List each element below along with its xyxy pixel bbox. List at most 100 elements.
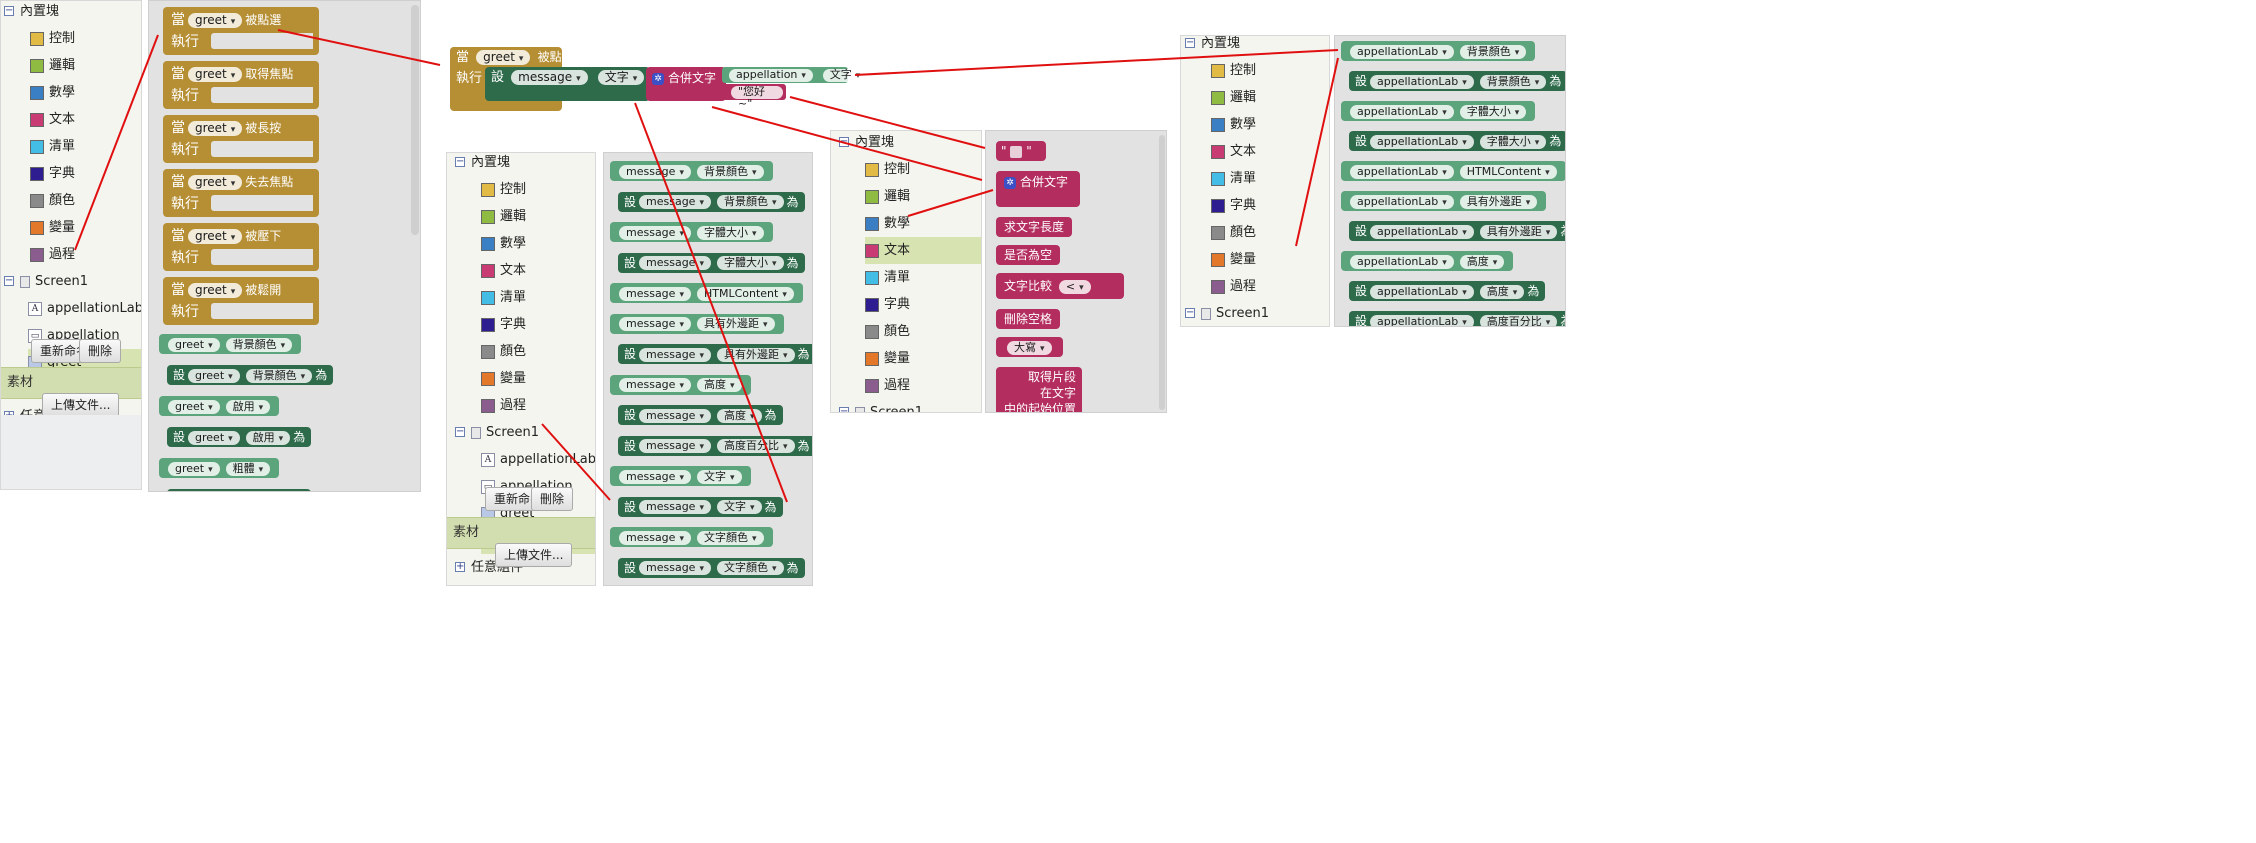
- tree-screen-row[interactable]: − Screen1: [839, 399, 981, 412]
- component-dropdown[interactable]: message ▾: [639, 561, 711, 575]
- tree-category-1[interactable]: 控制: [865, 156, 981, 183]
- tree-category-7[interactable]: 顏色: [1211, 219, 1329, 246]
- appellation-text-getter[interactable]: appellation ▾ 文字 ▾: [722, 67, 868, 83]
- tree-screen-row[interactable]: − Screen1: [455, 419, 595, 446]
- tree-category-6[interactable]: 字典: [865, 291, 981, 318]
- message-setter-4[interactable]: 設 message ▾ 字體大小 ▾ 為: [618, 252, 805, 273]
- property-dropdown[interactable]: 背景顏色 ▾: [1459, 44, 1527, 59]
- collapse-icon[interactable]: −: [839, 137, 849, 147]
- message-setter-10[interactable]: 設 message ▾ 高度百分比 ▾ 為: [618, 435, 812, 456]
- greet-event-block-4[interactable]: 當 greet ▾ 失去焦點 執行: [163, 169, 319, 217]
- component-dropdown[interactable]: message ▾: [619, 530, 691, 545]
- tree-category-3[interactable]: 數學: [481, 230, 595, 257]
- component-dropdown[interactable]: appellationLab ▾: [1370, 284, 1474, 299]
- lab-setter-4[interactable]: 設 appellationLab ▾ 字體大小 ▾ 為: [1349, 131, 1565, 151]
- property-dropdown[interactable]: 文字顏色 ▾: [716, 561, 784, 575]
- component-dropdown[interactable]: appellationLab ▾: [1370, 224, 1474, 239]
- collapse-icon[interactable]: −: [4, 6, 14, 16]
- greet-setter-2[interactable]: 設 greet ▾ 背景顏色 ▾ 為: [167, 365, 334, 385]
- tree-category-2[interactable]: 邏輯: [865, 183, 981, 210]
- tree-category-9[interactable]: 過程: [865, 372, 981, 399]
- tree-category-9[interactable]: 過程: [481, 392, 595, 419]
- component-dropdown[interactable]: message ▾: [639, 347, 711, 362]
- property-dropdown[interactable]: 文字 ▾: [716, 500, 762, 514]
- property-dropdown[interactable]: 具有外邊距 ▾: [716, 347, 795, 362]
- property-dropdown[interactable]: HTMLContent ▾: [1459, 164, 1557, 179]
- component-dropdown[interactable]: message ▾: [639, 408, 711, 423]
- component-dropdown[interactable]: appellationLab ▾: [1350, 254, 1454, 269]
- lab-getter-6[interactable]: appellationLab ▾ 具有外邊距 ▾: [1341, 191, 1547, 211]
- tree-category-8[interactable]: 變量: [865, 345, 981, 372]
- component-dropdown[interactable]: greet ▾: [188, 174, 243, 190]
- tree-category-7[interactable]: 顏色: [865, 318, 981, 345]
- tree-category-8[interactable]: 變量: [30, 214, 141, 241]
- component-dropdown[interactable]: message ▾: [619, 164, 691, 179]
- property-dropdown[interactable]: 具有外邊距 ▾: [1479, 224, 1558, 239]
- text-literal-slot[interactable]: [1010, 145, 1023, 158]
- message-getter-11[interactable]: message ▾ 文字 ▾: [610, 466, 751, 486]
- property-dropdown[interactable]: 高度 ▾: [1479, 284, 1525, 299]
- collapse-icon[interactable]: −: [455, 157, 465, 167]
- target-prop-dropdown[interactable]: 文字 ▾: [597, 70, 645, 85]
- collapse-icon[interactable]: −: [4, 276, 14, 286]
- greeting-literal-block[interactable]: "您好~": [722, 84, 786, 109]
- tree-builtin-row[interactable]: − 內置塊: [839, 131, 981, 156]
- collapse-icon[interactable]: −: [1185, 308, 1195, 318]
- component-dropdown[interactable]: appellationLab ▾: [1350, 164, 1454, 179]
- property-dropdown[interactable]: 字體大小 ▾: [1479, 134, 1547, 149]
- text-literal-block[interactable]: " ": [996, 141, 1046, 161]
- property-dropdown[interactable]: 高度百分比 ▾: [1479, 314, 1558, 326]
- component-dropdown[interactable]: greet ▾: [188, 430, 240, 445]
- property-dropdown[interactable]: 啟用 ▾: [245, 430, 291, 445]
- property-dropdown[interactable]: 高度百分比 ▾: [716, 439, 795, 453]
- component-dropdown[interactable]: message ▾: [639, 500, 711, 514]
- lab-setter-2[interactable]: 設 appellationLab ▾ 背景顏色 ▾ 為: [1349, 71, 1565, 91]
- gear-icon[interactable]: ✲: [1004, 176, 1016, 189]
- collapse-icon[interactable]: −: [839, 407, 849, 412]
- property-dropdown[interactable]: 文字 ▾: [696, 469, 742, 484]
- message-getter-3[interactable]: message ▾ 字體大小 ▾: [610, 222, 773, 242]
- tree-builtin-row[interactable]: − 內置塊: [4, 1, 141, 25]
- property-dropdown[interactable]: 具有外邊距 ▾: [1459, 194, 1538, 209]
- property-dropdown[interactable]: 字體大小 ▾: [696, 225, 764, 240]
- trim-block[interactable]: 刪除空格: [996, 309, 1061, 329]
- property-dropdown[interactable]: 背景顏色 ▾: [716, 195, 784, 209]
- tree-category-1[interactable]: 控制: [30, 25, 141, 52]
- tree-category-3[interactable]: 數學: [865, 210, 981, 237]
- component-dropdown[interactable]: appellationLab ▾: [1350, 194, 1454, 209]
- message-setter-14[interactable]: 設 message ▾ 文字顏色 ▾ 為: [618, 557, 805, 578]
- case-dropdown[interactable]: 大寫 ▾: [1007, 340, 1052, 355]
- greet-event-block-3[interactable]: 當 greet ▾ 被長按 執行: [163, 115, 319, 163]
- component-dropdown[interactable]: message ▾: [619, 225, 691, 240]
- upload-button[interactable]: 上傳文件...: [495, 543, 573, 567]
- component-dropdown[interactable]: greet ▾: [188, 368, 240, 383]
- tree-category-8[interactable]: 變量: [1211, 246, 1329, 273]
- tree-screen-row[interactable]: − Screen1: [4, 268, 141, 295]
- component-dropdown[interactable]: message ▾: [619, 378, 691, 392]
- component-dropdown[interactable]: message ▾: [639, 439, 711, 453]
- greet-event-block-2[interactable]: 當 greet ▾ 取得焦點 執行: [163, 61, 319, 109]
- greet-setter-4[interactable]: 設 greet ▾ 啟用 ▾ 為: [167, 427, 312, 447]
- tree-category-5[interactable]: 清單: [1211, 165, 1329, 192]
- lab-getter-3[interactable]: appellationLab ▾ 字體大小 ▾: [1341, 101, 1536, 121]
- main-component-dropdown[interactable]: greet ▾: [476, 50, 531, 65]
- message-setter-12[interactable]: 設 message ▾ 文字 ▾ 為: [618, 496, 783, 517]
- component-dropdown[interactable]: appellationLab ▾: [1370, 74, 1474, 89]
- src-prop-dropdown[interactable]: 文字 ▾: [822, 69, 868, 82]
- collapse-icon[interactable]: −: [455, 427, 465, 437]
- tree-category-7[interactable]: 顏色: [30, 187, 141, 214]
- property-dropdown[interactable]: 背景顏色 ▾: [1479, 74, 1547, 89]
- tree-category-4[interactable]: 文本: [1211, 138, 1329, 165]
- message-getter-6[interactable]: message ▾ 具有外邊距 ▾: [610, 313, 784, 334]
- tree-category-3[interactable]: 數學: [1211, 111, 1329, 138]
- property-dropdown[interactable]: 具有外邊距 ▾: [696, 317, 775, 331]
- message-getter-8[interactable]: message ▾ 高度 ▾: [610, 374, 751, 395]
- tree-category-1[interactable]: 控制: [481, 176, 595, 203]
- property-dropdown[interactable]: 啟用 ▾: [225, 399, 271, 414]
- message-getter-13[interactable]: message ▾ 文字顏色 ▾: [610, 527, 773, 547]
- component-dropdown[interactable]: message ▾: [639, 195, 711, 209]
- tree-category-6[interactable]: 字典: [481, 311, 595, 338]
- component-dropdown[interactable]: greet ▾: [188, 12, 243, 28]
- tree-category-5[interactable]: 清單: [30, 133, 141, 160]
- property-dropdown[interactable]: 粗體 ▾: [225, 461, 271, 476]
